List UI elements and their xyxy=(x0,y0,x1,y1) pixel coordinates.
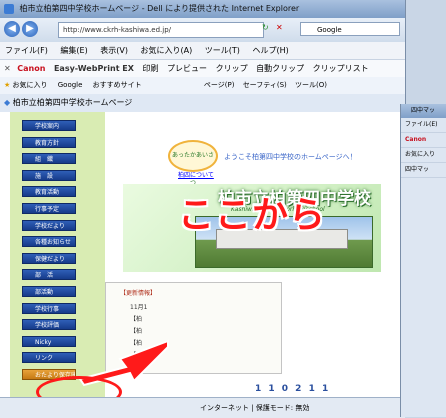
menu-view[interactable]: 表示(V) xyxy=(100,46,128,55)
address-field[interactable]: http://www.ckrh-kashiwa.ed.jp/ xyxy=(58,22,264,38)
sidebar-item[interactable]: 教育方針 xyxy=(22,136,76,148)
star-icon: ★ xyxy=(4,81,11,89)
clip-button[interactable]: クリップ xyxy=(216,64,248,73)
school-logo: あったかあいさつ xyxy=(168,140,218,187)
menu-file[interactable]: ファイル(F) xyxy=(5,46,48,55)
security-zone: インターネット | 保護モード: 無効 xyxy=(200,404,310,412)
sidebar-item[interactable]: 組 織 xyxy=(22,153,76,165)
close-toolbar-icon[interactable]: ✕ xyxy=(4,64,11,73)
stop-icon[interactable]: ✕ xyxy=(276,23,283,32)
tools-menu[interactable]: ツール(O) xyxy=(295,81,327,89)
welcome-text: ようこそ柏第四中学校のホームページへ！ xyxy=(224,153,357,161)
tab-current[interactable]: 柏市立柏第四中学校ホームページ xyxy=(13,98,133,107)
news-item[interactable]: 11月1 xyxy=(130,302,147,311)
sidebar-item[interactable]: 行事予定 xyxy=(22,203,76,214)
canon-toolbar: ✕ Canon Easy-WebPrint EX 印刷 プレビュー クリップ 自… xyxy=(0,59,405,78)
favorites-button[interactable]: お気に入り xyxy=(13,81,48,89)
background-window[interactable]: 四中マッ ファイル(E) Canon お気に入り 四中マッ xyxy=(400,104,446,417)
background-window-title: 四中マッ xyxy=(401,104,446,118)
background-window-menu: ファイル(E) xyxy=(401,118,446,133)
browser-window: 柏市立柏第四中学校ホームページ - Dell により提供された Internet… xyxy=(0,0,406,418)
visitor-counter: 1 1 0 2 1 1 xyxy=(255,384,331,394)
page-menu[interactable]: ページ(P) xyxy=(204,81,235,89)
menu-bar: ファイル(F) 編集(E) 表示(V) お気に入り(A) ツール(T) ヘルプ(… xyxy=(0,42,405,59)
google-link[interactable]: Google xyxy=(58,81,83,89)
background-window-tab: 四中マッ xyxy=(401,163,446,178)
sidebar-item[interactable]: 学校だより xyxy=(22,219,76,231)
news-item[interactable]: 【柏 xyxy=(130,326,142,335)
sidebar-item[interactable]: 学校評価 xyxy=(22,319,76,331)
sidebar-item[interactable]: 部活動 xyxy=(22,286,76,297)
refresh-icon[interactable]: ↻ xyxy=(262,23,269,32)
news-heading: 【更新情報】 xyxy=(120,290,157,297)
page-icon: ◆ xyxy=(4,98,11,107)
sidebar-item[interactable]: 保健だより xyxy=(22,252,76,264)
sidebar-item[interactable]: 部 活 xyxy=(22,269,76,281)
sidebar-item[interactable]: 学校行事 xyxy=(22,302,76,314)
favorites-bar: ★ お気に入り Google おすすめサイト ページ(P) セーフティ(S) ツ… xyxy=(0,77,405,94)
safety-menu[interactable]: セーフティ(S) xyxy=(243,81,287,89)
menu-favorites[interactable]: お気に入り(A) xyxy=(141,46,193,55)
sidebar-item[interactable]: 教育活動 xyxy=(22,186,76,198)
preview-button[interactable]: プレビュー xyxy=(167,64,207,73)
search-provider: Google xyxy=(317,26,342,34)
window-title: 柏市立柏第四中学校ホームページ - Dell により提供された Internet… xyxy=(19,4,300,13)
search-field[interactable]: Google xyxy=(300,22,400,36)
background-window-canon: Canon xyxy=(401,133,446,148)
menu-help[interactable]: ヘルプ(H) xyxy=(252,46,288,55)
status-bar: インターネット | 保護モード: 無効 xyxy=(0,397,405,418)
forward-button[interactable]: ▶ xyxy=(22,21,38,37)
print-button[interactable]: 印刷 xyxy=(142,64,158,73)
tab-bar: ◆ 柏市立柏第四中学校ホームページ xyxy=(0,94,405,112)
clip-list-button[interactable]: クリップリスト xyxy=(313,64,369,73)
easy-webprint-button[interactable]: Easy-WebPrint EX xyxy=(54,64,134,73)
background-window-favorites: お気に入り xyxy=(401,148,446,163)
news-item[interactable]: 【柏 xyxy=(130,314,142,323)
callout-text: ここから xyxy=(178,195,327,236)
back-button[interactable]: ◀ xyxy=(4,21,20,37)
sidebar-item[interactable]: 学校案内 xyxy=(22,120,76,131)
ie-icon xyxy=(4,3,14,14)
sidebar-item[interactable]: 施 設 xyxy=(22,169,76,181)
menu-tools[interactable]: ツール(T) xyxy=(205,46,240,55)
about-link[interactable]: 柏四について xyxy=(178,170,214,179)
auto-clip-button[interactable]: 自動クリップ xyxy=(256,64,304,73)
canon-logo: Canon xyxy=(17,64,46,73)
recommended-sites-link[interactable]: おすすめサイト xyxy=(93,81,142,89)
menu-edit[interactable]: 編集(E) xyxy=(60,46,87,55)
address-toolbar: ◀ ▶ http://www.ckrh-kashiwa.ed.jp/ ↻ ✕ G… xyxy=(0,18,405,42)
sidebar-item[interactable]: 各種お知らせ xyxy=(22,236,76,248)
title-bar: 柏市立柏第四中学校ホームページ - Dell により提供された Internet… xyxy=(0,0,405,18)
